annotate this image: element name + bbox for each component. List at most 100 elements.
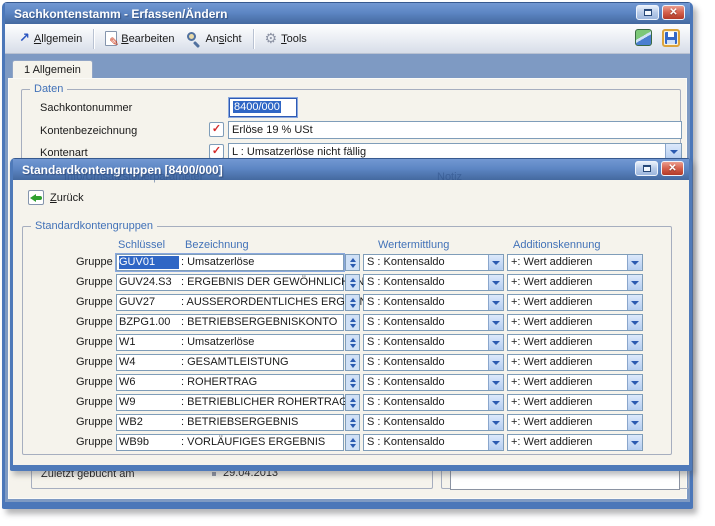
menu-ansicht[interactable]: Ansicht xyxy=(180,28,247,49)
spinner-up-icon[interactable] xyxy=(350,398,356,402)
additionskennung-select[interactable]: +: Wert addieren xyxy=(507,294,643,311)
check-icon[interactable]: ✓ xyxy=(209,144,224,159)
schluessel-spinner[interactable] xyxy=(345,374,360,391)
spinner-down-icon[interactable] xyxy=(350,324,356,328)
additionskennung-select[interactable]: +: Wert addieren xyxy=(507,414,643,431)
additionskennung-select[interactable]: +: Wert addieren xyxy=(507,254,643,271)
dropdown-arrow-icon[interactable] xyxy=(488,295,503,310)
dropdown-arrow-icon[interactable] xyxy=(488,315,503,330)
schluessel-spinner[interactable] xyxy=(345,354,360,371)
schluessel-field[interactable]: W9 : BETRIEBLICHER ROHERTRAG xyxy=(116,394,344,411)
wertermittlung-select[interactable]: S : Kontensaldo xyxy=(363,314,504,331)
dropdown-arrow-icon[interactable] xyxy=(488,415,503,430)
spinner-down-icon[interactable] xyxy=(350,284,356,288)
cube-icon[interactable] xyxy=(635,29,652,46)
wertermittlung-select[interactable]: S : Kontensaldo xyxy=(363,354,504,371)
spinner-down-icon[interactable] xyxy=(350,404,356,408)
spinner-up-icon[interactable] xyxy=(350,418,356,422)
menu-bearbeiten[interactable]: ✎ Bearbeiten xyxy=(99,28,180,49)
schluessel-field[interactable]: W1 : Umsatzerlöse xyxy=(116,334,344,351)
schluessel-field[interactable]: GUV01 : Umsatzerlöse xyxy=(116,254,344,271)
additionskennung-select[interactable]: +: Wert addieren xyxy=(507,354,643,371)
spinner-up-icon[interactable] xyxy=(350,378,356,382)
schluessel-field[interactable]: W4 : GESAMTLEISTUNG xyxy=(116,354,344,371)
kontenbezeichnung-input[interactable]: Erlöse 19 % USt xyxy=(228,121,682,139)
dropdown-arrow-icon[interactable] xyxy=(627,255,642,270)
schluessel-spinner[interactable] xyxy=(345,314,360,331)
dropdown-arrow-icon[interactable] xyxy=(627,335,642,350)
dropdown-arrow-icon[interactable] xyxy=(627,295,642,310)
schluessel-spinner[interactable] xyxy=(345,414,360,431)
additionskennung-select[interactable]: +: Wert addieren xyxy=(507,334,643,351)
spinner-down-icon[interactable] xyxy=(350,444,356,448)
wertermittlung-select[interactable]: S : Kontensaldo xyxy=(363,414,504,431)
zurueck-button[interactable]: Zurück xyxy=(23,188,89,207)
spinner-up-icon[interactable] xyxy=(350,278,356,282)
spinner-down-icon[interactable] xyxy=(350,304,356,308)
dropdown-arrow-icon[interactable] xyxy=(627,275,642,290)
save-icon[interactable] xyxy=(662,29,680,47)
dropdown-arrow-icon[interactable] xyxy=(488,275,503,290)
spinner-up-icon[interactable] xyxy=(350,438,356,442)
check-icon[interactable]: ✓ xyxy=(209,122,224,137)
additionskennung-select[interactable]: +: Wert addieren xyxy=(507,394,643,411)
spinner-down-icon[interactable] xyxy=(350,364,356,368)
spinner-down-icon[interactable] xyxy=(350,344,356,348)
wertermittlung-select[interactable]: S : Kontensaldo xyxy=(363,394,504,411)
schluessel-spinner[interactable] xyxy=(345,394,360,411)
schluessel-field[interactable]: W6 : ROHERTRAG xyxy=(116,374,344,391)
spinner-up-icon[interactable] xyxy=(350,318,356,322)
additionskennung-select[interactable]: +: Wert addieren xyxy=(507,314,643,331)
arrow-ne-icon: ↗ xyxy=(19,32,30,45)
gruppe-label: Gruppe 7 xyxy=(76,376,122,388)
dropdown-arrow-icon[interactable] xyxy=(488,395,503,410)
dropdown-arrow-icon[interactable] xyxy=(627,395,642,410)
schluessel-field[interactable]: GUV27 : AUSSERORDENTLICHES ERGEBNIS xyxy=(116,294,344,311)
tab-allgemein[interactable]: 1 Allgemein xyxy=(12,60,93,79)
dropdown-arrow-icon[interactable] xyxy=(488,375,503,390)
wertermittlung-select[interactable]: S : Kontensaldo xyxy=(363,254,504,271)
wertermittlung-select[interactable]: S : Kontensaldo xyxy=(363,434,504,451)
wertermittlung-select[interactable]: S : Kontensaldo xyxy=(363,374,504,391)
schluessel-spinner[interactable] xyxy=(345,294,360,311)
dropdown-arrow-icon[interactable] xyxy=(488,255,503,270)
schluessel-spinner[interactable] xyxy=(345,274,360,291)
schluessel-field[interactable]: BZPG1.00 : BETRIEBSERGEBNISKONTO xyxy=(116,314,344,331)
dropdown-arrow-icon[interactable] xyxy=(488,435,503,450)
dialog-restore-button[interactable] xyxy=(635,161,658,176)
additionskennung-select[interactable]: +: Wert addieren xyxy=(507,274,643,291)
schluessel-field[interactable]: WB9b : VORLÄUFIGES ERGEBNIS xyxy=(116,434,344,451)
menu-allgemein[interactable]: ↗ Allgemein xyxy=(13,29,88,48)
menu-tools[interactable]: ⚙ Tools xyxy=(259,29,313,49)
schluessel-spinner[interactable] xyxy=(345,334,360,351)
dropdown-arrow-icon[interactable] xyxy=(488,335,503,350)
wertermittlung-select[interactable]: S : Kontensaldo xyxy=(363,334,504,351)
dropdown-arrow-icon[interactable] xyxy=(488,355,503,370)
schluessel-spinner[interactable] xyxy=(345,434,360,451)
dropdown-arrow-icon[interactable] xyxy=(627,415,642,430)
spinner-up-icon[interactable] xyxy=(350,338,356,342)
spinner-up-icon[interactable] xyxy=(350,258,356,262)
dropdown-arrow-icon[interactable] xyxy=(627,375,642,390)
gruppe-label: Gruppe 9 xyxy=(76,416,122,428)
spinner-down-icon[interactable] xyxy=(350,424,356,428)
schluessel-spinner[interactable] xyxy=(345,254,360,271)
wertermittlung-select[interactable]: S : Kontensaldo xyxy=(363,294,504,311)
spinner-down-icon[interactable] xyxy=(350,264,356,268)
dropdown-arrow-icon[interactable] xyxy=(627,355,642,370)
spinner-down-icon[interactable] xyxy=(350,384,356,388)
restore-button[interactable] xyxy=(636,5,659,20)
spinner-up-icon[interactable] xyxy=(350,358,356,362)
schluessel-field[interactable]: WB2 : BETRIEBSERGEBNIS xyxy=(116,414,344,431)
additionskennung-select[interactable]: +: Wert addieren xyxy=(507,374,643,391)
close-button[interactable]: ✕ xyxy=(662,5,685,20)
spinner-up-icon[interactable] xyxy=(350,298,356,302)
additionskennung-select[interactable]: +: Wert addieren xyxy=(507,434,643,451)
dialog-close-button[interactable]: ✕ xyxy=(661,161,684,176)
schluessel-field[interactable]: GUV24.S3 : ERGEBNIS DER GEWÖHNLICHEN GES xyxy=(116,274,344,291)
wertermittlung-select[interactable]: S : Kontensaldo xyxy=(363,274,504,291)
sachkontonummer-input[interactable]: 8400/000 xyxy=(229,98,297,117)
standardkontengruppen-row: Gruppe 3 GUV27 : AUSSERORDENTLICHES ERGE… xyxy=(23,294,671,312)
dropdown-arrow-icon[interactable] xyxy=(627,435,642,450)
dropdown-arrow-icon[interactable] xyxy=(627,315,642,330)
